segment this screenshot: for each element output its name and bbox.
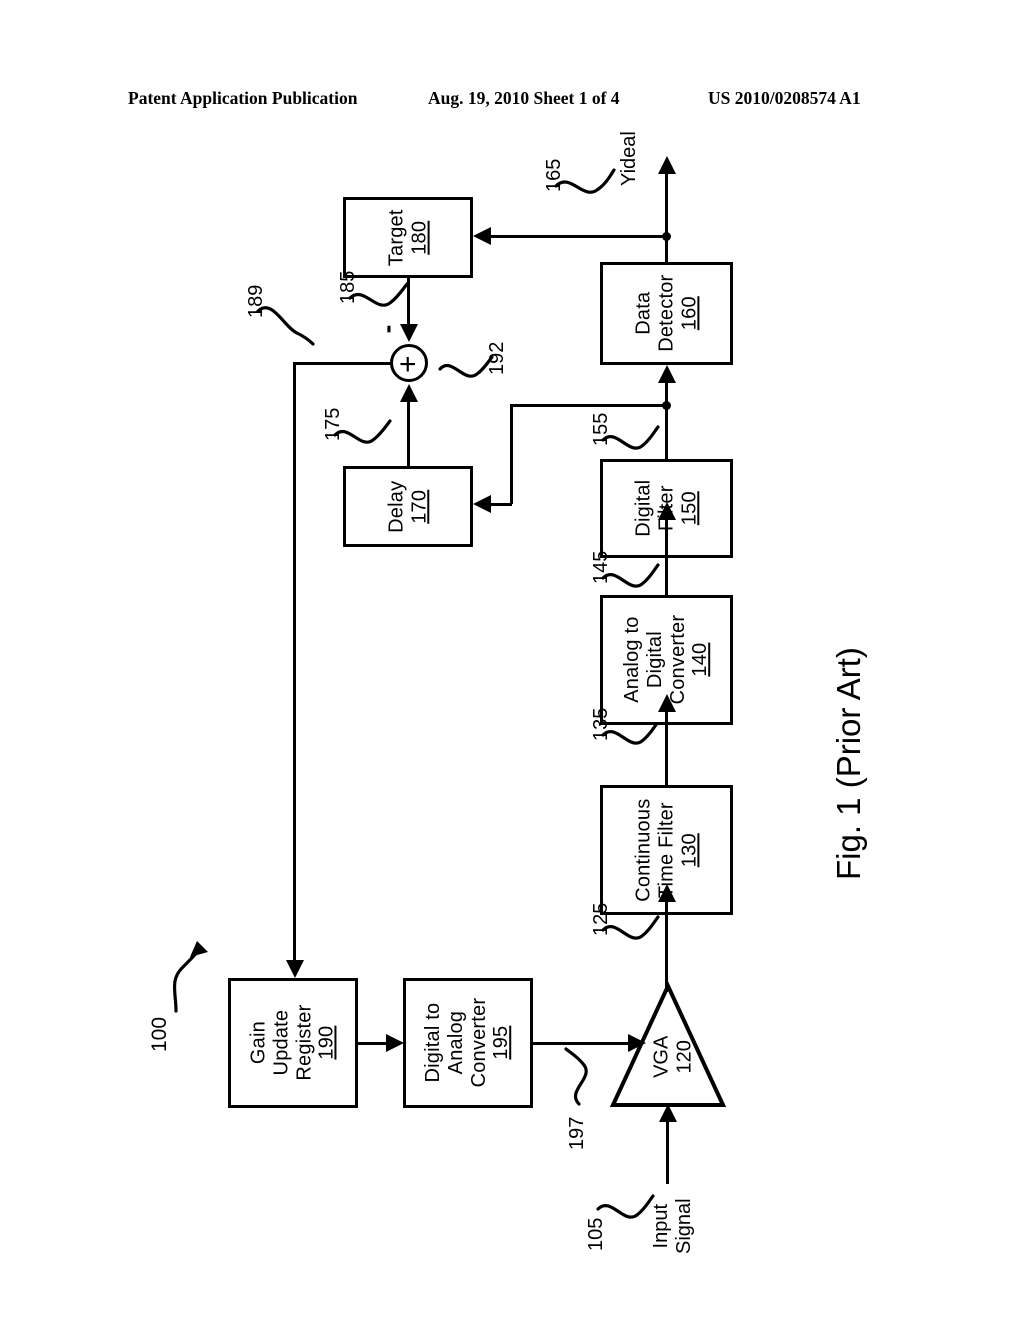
wire-input-signal (666, 1122, 669, 1184)
leader-105 (596, 1194, 655, 1219)
block-adc-line1: Analog to (620, 616, 643, 704)
leader-100 (172, 948, 201, 1013)
block-gur-line3: Register (292, 1004, 315, 1082)
block-data-detector: Data Detector 160 (600, 262, 733, 365)
wire-yideal-to-target-arrowhead (473, 227, 491, 245)
block-target-ref: 180 (407, 220, 430, 255)
block-adc-line2: Digital (643, 631, 666, 689)
wire-155-to-delay-arrowhead (473, 495, 491, 513)
wire-yideal (665, 172, 668, 264)
wire-185-arrowhead (400, 324, 418, 342)
wire-125-arrowhead (658, 884, 676, 902)
block-digital-filter-line1: Digital (632, 480, 655, 537)
wire-145-arrowhead (658, 502, 676, 520)
summing-node-plus: + (399, 348, 417, 381)
wire-197 (533, 1042, 633, 1045)
block-vga-ref: 120 (673, 1040, 695, 1074)
label-105: 105 (585, 1217, 607, 1251)
block-dac-line3: Converter (468, 998, 490, 1088)
publication-date-sheet: Aug. 19, 2010 Sheet 1 of 4 (428, 88, 620, 108)
block-target-title: Target (385, 209, 408, 266)
block-gur-ref: 190 (315, 1026, 338, 1060)
wire-gur-to-dac-arrowhead (386, 1034, 404, 1052)
block-data-detector-ref: 160 (677, 296, 700, 331)
wire-input-signal-arrowhead (659, 1104, 677, 1122)
wire-155 (665, 383, 668, 461)
wire-189-horizontal (293, 362, 392, 365)
block-delay-title: Delay (385, 480, 408, 533)
wire-189-arrowhead (286, 960, 304, 978)
block-ctf-line1: Continuous (632, 798, 655, 902)
wire-145 (665, 520, 668, 598)
wire-135-arrowhead (658, 694, 676, 712)
block-target: Target 180 (343, 197, 473, 278)
patent-figure-page: Patent Application Publication Aug. 19, … (0, 0, 1024, 1320)
block-delay: Delay 170 (343, 466, 473, 547)
wire-125 (665, 902, 668, 992)
wire-175-arrowhead (400, 384, 418, 402)
wire-185 (407, 278, 410, 324)
label-yideal: Yideal (618, 131, 640, 186)
figure-vector-layer (172, 168, 727, 1219)
block-dac-ref: 195 (490, 1026, 513, 1060)
block-digital-filter-ref: 150 (677, 491, 700, 526)
leader-197 (564, 1047, 588, 1106)
label-135: 135 (590, 707, 612, 741)
publication-title: Patent Application Publication (128, 88, 358, 108)
label-155: 155 (590, 412, 612, 446)
label-192: 192 (486, 341, 508, 375)
label-197: 197 (566, 1116, 588, 1150)
block-adc-line3: Converter (666, 615, 689, 705)
wire-197-arrowhead (628, 1034, 646, 1052)
leader-100-arrowhead (190, 941, 208, 957)
wire-155-to-delay (490, 503, 512, 506)
label-175: 175 (322, 407, 344, 441)
block-adc-ref: 140 (689, 643, 712, 677)
label-185: 185 (337, 270, 359, 304)
label-165: 165 (543, 158, 565, 192)
publication-number: US 2010/0208574 A1 (708, 88, 861, 108)
wire-155-branch-vertical (510, 404, 513, 504)
wire-yideal-to-target (487, 235, 667, 238)
label-100: 100 (148, 1016, 171, 1052)
wire-155-branch-horizontal (510, 404, 667, 407)
block-vga-title: VGA (650, 1035, 673, 1079)
summing-node-minus: - (371, 324, 402, 334)
label-input-signal-text: Input Signal (650, 1198, 695, 1254)
wire-189-vertical (293, 362, 296, 962)
wire-yideal-arrowhead (658, 156, 676, 174)
label-125: 125 (590, 902, 612, 936)
wire-135 (665, 712, 668, 788)
block-data-detector-line2: Detector (655, 274, 678, 353)
block-gur-line2: Update (270, 1010, 293, 1076)
wire-gur-to-dac (358, 1042, 388, 1045)
block-dac-line1: Digital to (422, 1003, 445, 1083)
block-gur-line1: Gain (247, 1021, 270, 1065)
wire-175 (407, 402, 410, 466)
label-189: 189 (245, 284, 267, 318)
block-ctf-ref: 130 (677, 833, 700, 867)
block-digital-to-analog-converter: Digital to Analog Converter 195 (403, 978, 533, 1108)
label-input-signal: Input Signal (650, 1198, 696, 1254)
label-145: 145 (590, 550, 612, 584)
block-vga: VGA 120 (627, 1022, 719, 1092)
block-gain-update-register: Gain Update Register 190 (228, 978, 358, 1108)
block-dac-line2: Analog (445, 1011, 468, 1075)
figure-caption: Fig. 1 (Prior Art) (830, 647, 867, 880)
leader-192 (438, 355, 494, 378)
block-data-detector-line1: Data (632, 291, 655, 336)
publication-header: Patent Application Publication Aug. 19, … (0, 88, 1024, 114)
block-delay-ref: 170 (407, 489, 430, 524)
wire-155-arrowhead (658, 365, 676, 383)
